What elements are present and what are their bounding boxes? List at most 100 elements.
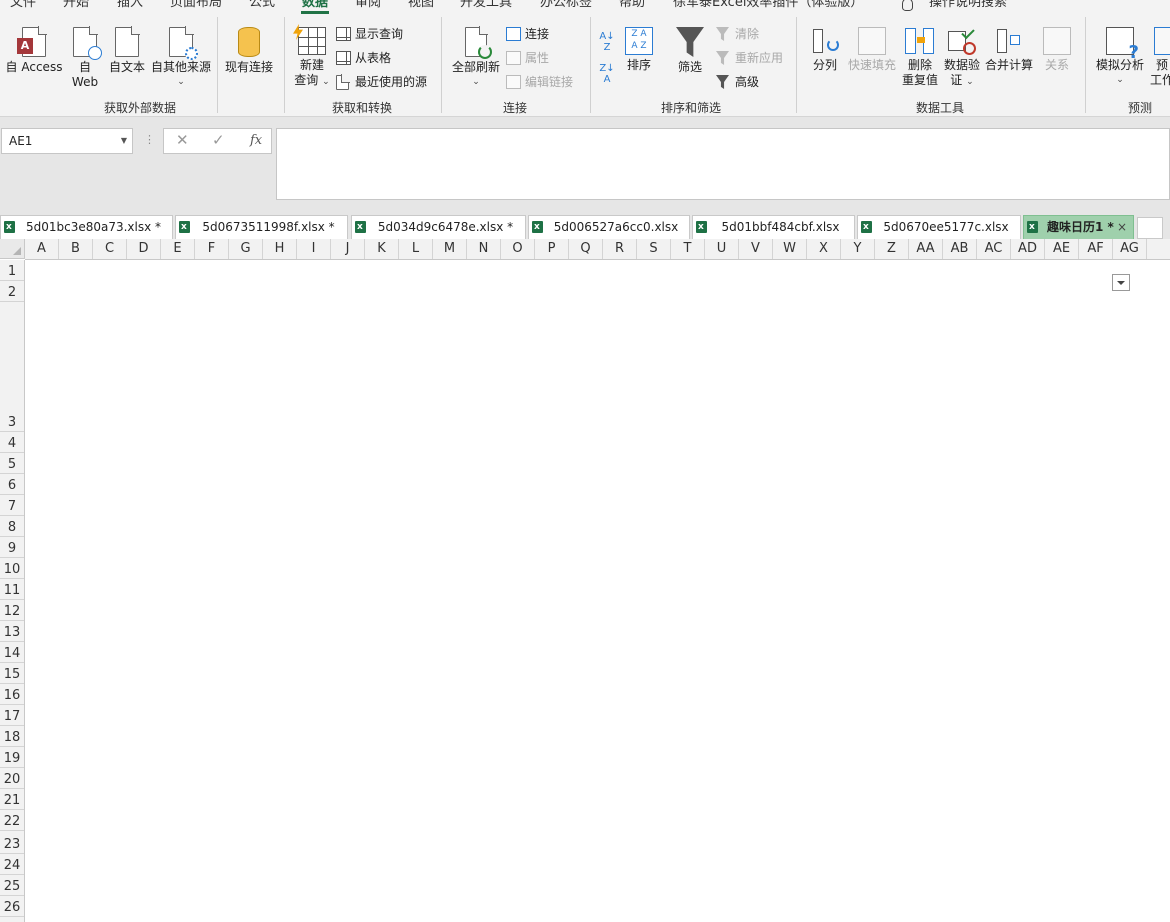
column-header[interactable]: AC <box>977 239 1011 259</box>
column-header[interactable]: AG <box>1113 239 1147 259</box>
menu-tab[interactable]: 数据 <box>300 0 330 14</box>
menu-tab[interactable]: 开始 <box>63 0 89 10</box>
column-header[interactable]: F <box>195 239 229 259</box>
column-header[interactable]: AB <box>943 239 977 259</box>
column-header[interactable]: R <box>603 239 637 259</box>
column-header[interactable]: O <box>501 239 535 259</box>
chevron-down-icon[interactable]: ▼ <box>121 129 127 153</box>
filter-button[interactable]: 筛选 <box>670 27 710 75</box>
insert-function-icon[interactable]: fx <box>250 133 262 148</box>
row-header[interactable]: 15 <box>0 663 24 684</box>
new-query-button[interactable]: 新建 查询 ⌄ <box>292 24 332 90</box>
refresh-all-button[interactable]: 全部刷新 ⌄ <box>450 26 502 90</box>
row-header[interactable]: 18 <box>0 726 24 747</box>
forecast-sheet-button[interactable]: 预 工作 <box>1150 27 1170 88</box>
workbook-tab[interactable]: 5d01bbf484cbf.xlsx <box>692 215 855 239</box>
row-header[interactable]: 10 <box>0 558 24 579</box>
select-all-button[interactable] <box>0 239 25 259</box>
workbook-tab[interactable]: 5d0673511998f.xlsx * <box>175 215 348 239</box>
menu-tab[interactable]: 审阅 <box>355 0 381 10</box>
menu-tab[interactable]: 文件 <box>10 0 36 10</box>
column-header[interactable]: H <box>263 239 297 259</box>
row-header[interactable]: 5 <box>0 453 24 474</box>
enter-icon[interactable]: ✓ <box>212 131 225 149</box>
row-header[interactable]: 4 <box>0 432 24 453</box>
row-header[interactable]: 8 <box>0 516 24 537</box>
consolidate-button[interactable]: 合并计算 <box>984 27 1034 73</box>
column-header[interactable]: AA <box>909 239 943 259</box>
data-validation-button[interactable]: 数据验 证 ⌄ <box>942 25 982 90</box>
row-header[interactable]: 13 <box>0 621 24 642</box>
what-if-analysis-button[interactable]: ? 模拟分析 ⌄ <box>1092 27 1148 88</box>
remove-duplicates-button[interactable]: 删除 重复值 <box>900 27 940 88</box>
from-table-button[interactable]: 从表格 <box>336 49 391 67</box>
column-header[interactable]: M <box>433 239 467 259</box>
column-header[interactable]: D <box>127 239 161 259</box>
show-queries-button[interactable]: 显示查询 <box>336 25 403 43</box>
column-header[interactable]: B <box>59 239 93 259</box>
row-header[interactable]: 9 <box>0 537 24 558</box>
new-tab-button[interactable] <box>1137 217 1163 239</box>
column-header[interactable]: C <box>93 239 127 259</box>
row-header[interactable]: 2 <box>0 281 24 302</box>
column-header[interactable]: V <box>739 239 773 259</box>
row-header[interactable]: 3 <box>0 302 24 432</box>
column-header[interactable]: AE <box>1045 239 1079 259</box>
row-header[interactable]: 1 <box>0 260 24 281</box>
row-header[interactable]: 24 <box>0 854 24 875</box>
column-header[interactable]: A <box>25 239 59 259</box>
column-header[interactable]: T <box>671 239 705 259</box>
workbook-tab[interactable]: 5d0670ee5177c.xlsx <box>857 215 1021 239</box>
sort-button[interactable]: Z AA Z 排序 <box>622 27 656 73</box>
row-header[interactable]: 21 <box>0 789 24 810</box>
from-web-button[interactable]: 自 Web <box>68 26 102 90</box>
row-header[interactable]: 14 <box>0 642 24 663</box>
cancel-icon[interactable]: ✕ <box>176 131 189 149</box>
from-text-button[interactable]: 自文本 <box>106 26 148 75</box>
column-header[interactable]: Q <box>569 239 603 259</box>
row-header[interactable]: 11 <box>0 579 24 600</box>
column-header[interactable]: J <box>331 239 365 259</box>
column-header[interactable]: X <box>807 239 841 259</box>
menu-tab[interactable]: 徐军泰Excel效率插件（体验版） <box>673 0 863 10</box>
dropdown-arrow-icon[interactable] <box>1112 274 1130 291</box>
recent-sources-button[interactable]: 最近使用的源 <box>336 73 427 91</box>
menu-tab[interactable]: 公式 <box>249 0 275 10</box>
worksheet-grid[interactable]: A B C D E F G H I J K L M N O P Q R S T U V W X Y Z AA AB AC AD AE AF AG… <box>0 239 1170 922</box>
row-header[interactable]: 22 <box>0 810 24 831</box>
column-header[interactable]: U <box>705 239 739 259</box>
sort-descending-button[interactable]: Z↓ A <box>598 63 616 85</box>
from-other-sources-button[interactable]: 自其他来源 ⌄ <box>149 26 213 90</box>
splitter-handle[interactable]: ⋮ <box>144 133 155 146</box>
row-header[interactable]: 12 <box>0 600 24 621</box>
column-header[interactable]: Y <box>841 239 875 259</box>
existing-connections-button[interactable]: 现有连接 <box>222 27 276 75</box>
menu-tab[interactable]: 页面布局 <box>170 0 222 10</box>
menu-tab[interactable]: 办公标签 <box>540 0 592 10</box>
sort-ascending-button[interactable]: A↓ Z <box>598 31 616 53</box>
column-header[interactable]: AD <box>1011 239 1045 259</box>
lightbulb-icon[interactable] <box>902 0 913 11</box>
workbook-tab[interactable]: 5d034d9c6478e.xlsx * <box>351 215 526 239</box>
menu-tab[interactable]: 视图 <box>408 0 434 10</box>
column-header[interactable]: I <box>297 239 331 259</box>
connections-button[interactable]: 连接 <box>506 25 549 43</box>
row-header[interactable]: 25 <box>0 875 24 896</box>
row-header[interactable]: 23 <box>0 831 24 854</box>
advanced-filter-button[interactable]: 高级 <box>716 73 759 91</box>
workbook-tab[interactable]: 趣味日历1 *× <box>1023 215 1134 239</box>
column-header[interactable]: E <box>161 239 195 259</box>
menu-tab[interactable]: 插入 <box>117 0 143 10</box>
formula-input[interactable] <box>276 128 1170 200</box>
row-header[interactable]: 26 <box>0 896 24 917</box>
row-header[interactable]: 16 <box>0 684 24 705</box>
column-header[interactable]: P <box>535 239 569 259</box>
column-header[interactable]: AF <box>1079 239 1113 259</box>
row-header[interactable]: 19 <box>0 747 24 768</box>
column-header[interactable]: K <box>365 239 399 259</box>
column-header[interactable]: N <box>467 239 501 259</box>
row-header[interactable]: 17 <box>0 705 24 726</box>
from-access-button[interactable]: A 自 Access <box>4 26 64 75</box>
row-header[interactable]: 7 <box>0 495 24 516</box>
close-icon[interactable]: × <box>1117 216 1127 238</box>
